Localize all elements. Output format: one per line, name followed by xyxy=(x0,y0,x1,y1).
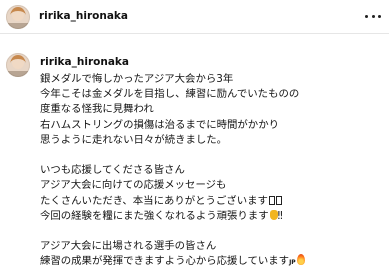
caption-line: 右ハムストリングの損傷は治るまでに時間がかかり xyxy=(40,118,279,131)
caption-line-text: 今回の経験を糧にまた強くなれるよう頑張ります xyxy=(40,209,269,222)
caption-line: 今年こそは金メダルを目指し、練習に励んでいたものの xyxy=(40,88,300,101)
caption-username[interactable]: ririka_hironaka xyxy=(40,56,129,68)
header-username[interactable]: ririka_hironaka xyxy=(39,10,128,22)
comment-avatar[interactable] xyxy=(6,53,30,77)
caption-line: 練習の成果が発揮できますよう心から応援していますJP xyxy=(40,254,386,269)
caption-line: 今回の経験を糧にまた強くなれるよう頑張ります ‼ xyxy=(40,209,386,224)
profile-avatar[interactable] xyxy=(6,5,30,29)
caption-text: 銀メダルで悔しかったアジア大会から3年 今年こそは金メダルを目指し、練習に励んで… xyxy=(40,72,386,269)
caption-line: 銀メダルで悔しかったアジア大会から3年 xyxy=(40,73,234,85)
caption-line: いつも応援してくださる皆さん xyxy=(40,164,185,177)
fire-emoji-icon xyxy=(296,254,305,266)
unsupported-glyph-icon xyxy=(268,195,275,205)
caption-line: 度重なる怪我に見舞われ xyxy=(40,103,154,116)
caption-line: 思うように走れない日々が続きました。 xyxy=(40,133,228,146)
caption-line-text: たくさんいただき、本当にありがとうございます xyxy=(40,194,268,207)
caption-gap xyxy=(40,224,386,239)
unsupported-glyph-icon xyxy=(275,195,282,205)
caption-line-text: 練習の成果が発揮できますよう心から応援しています xyxy=(40,255,290,268)
caption-line: アジア大会に向けての応援メッセージも xyxy=(40,179,227,192)
caption-gap xyxy=(40,148,386,163)
caption-line: アジア大会に出場される選手の皆さん xyxy=(40,240,217,253)
caption-line: たくさんいただき、本当にありがとうございます xyxy=(40,194,386,209)
post-header: ririka_hironaka xyxy=(0,0,389,34)
more-options-icon[interactable] xyxy=(365,9,381,23)
jp-flag-emoji-fallback: JP xyxy=(289,259,296,267)
double-exclamation: ‼ xyxy=(277,209,283,222)
flexed-arm-emoji-icon xyxy=(269,209,278,220)
